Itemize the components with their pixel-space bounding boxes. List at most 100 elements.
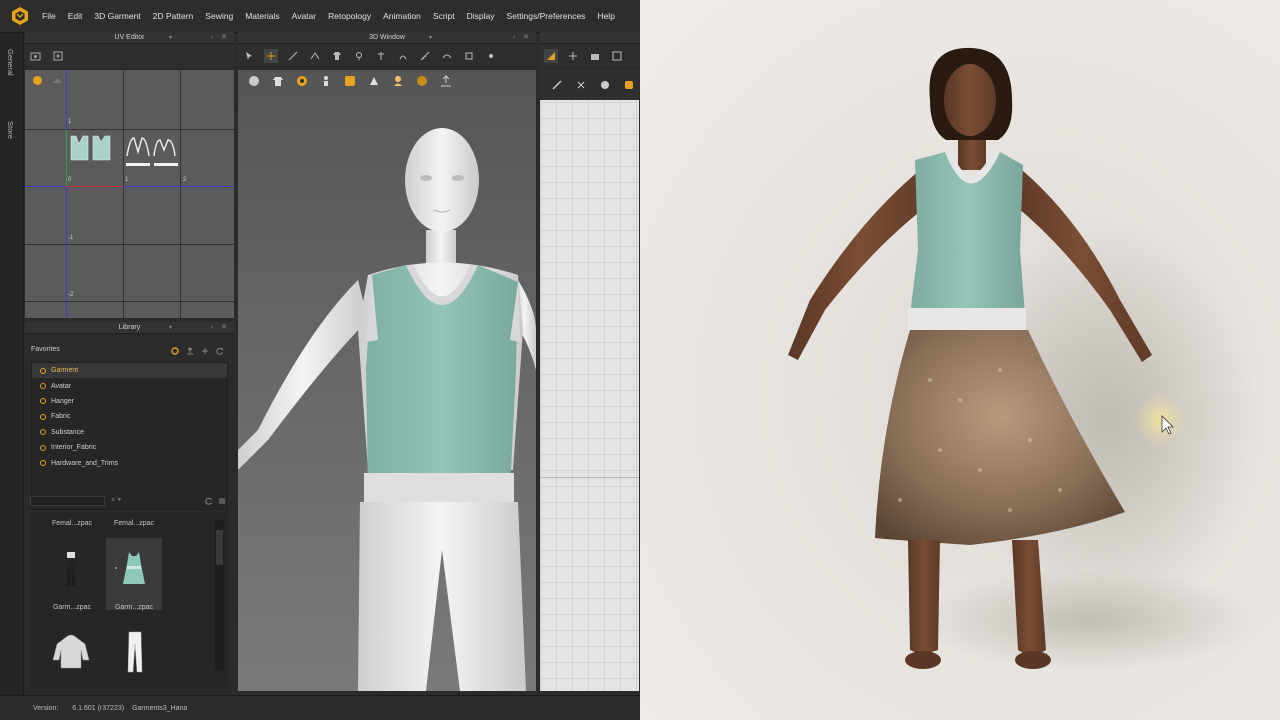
- menu-settings-preferences[interactable]: Settings/Preferences: [507, 11, 586, 21]
- skeleton-display-icon[interactable]: [319, 74, 333, 88]
- uv-axis-label: 1: [68, 119, 72, 125]
- pattern-texture-icon[interactable]: [598, 78, 611, 92]
- edit-curvature-icon[interactable]: [440, 49, 454, 63]
- favorite-item-hanger[interactable]: Hanger: [32, 394, 227, 409]
- uv-trim-pieces[interactable]: [124, 134, 180, 168]
- select-mesh-icon[interactable]: [286, 49, 300, 63]
- folder-icon: [40, 367, 46, 374]
- steam-icon[interactable]: [396, 49, 410, 63]
- uv-select-icon[interactable]: [29, 49, 43, 63]
- uv-layer-icon[interactable]: [52, 75, 63, 86]
- 3d-window-dropdown-icon[interactable]: ▾: [429, 34, 432, 41]
- pattern-tool-icon[interactable]: [550, 78, 563, 92]
- uv-editor-dropdown-icon[interactable]: ▾: [169, 34, 172, 41]
- uv-top-pieces[interactable]: [69, 134, 113, 162]
- wireframe-icon[interactable]: [367, 74, 381, 88]
- uv-editor-window-controls-icon[interactable]: ▫ ✕: [211, 33, 230, 41]
- menu-script[interactable]: Script: [433, 11, 455, 21]
- render-preview: [640, 0, 1280, 720]
- menu-avatar[interactable]: Avatar: [292, 11, 316, 21]
- folder-icon: [40, 429, 46, 436]
- folder-icon: [40, 413, 46, 420]
- add-icon[interactable]: [201, 347, 209, 355]
- fabric-display-icon[interactable]: [415, 74, 429, 88]
- tab-general[interactable]: General: [6, 49, 15, 76]
- pattern-folder-icon[interactable]: [588, 49, 602, 63]
- 3d-viewport[interactable]: [238, 70, 536, 691]
- favorite-item-garment[interactable]: Garment: [32, 363, 227, 379]
- favorite-item-fabric[interactable]: Fabric: [32, 409, 227, 424]
- thumbnail-garment-outfit[interactable]: [45, 538, 97, 610]
- library-refresh-icon[interactable]: [205, 497, 213, 505]
- thumbnail-pants[interactable]: [113, 628, 157, 676]
- library-search-input[interactable]: [30, 496, 105, 506]
- library-dropdown-icon[interactable]: ▾: [169, 324, 172, 331]
- more-tools-icon[interactable]: [484, 49, 498, 63]
- menu-2d-pattern[interactable]: 2D Pattern: [153, 11, 194, 21]
- select-move-icon[interactable]: [242, 49, 256, 63]
- texture-display-icon[interactable]: [295, 74, 309, 88]
- pin-icon[interactable]: [352, 49, 366, 63]
- shading-mode-icon[interactable]: [343, 74, 357, 88]
- uv-editor-toolbar: [25, 45, 234, 67]
- favorite-item-substance[interactable]: Substance: [32, 425, 227, 440]
- outfit-thumbnail-icon: [67, 552, 75, 586]
- folder-icon: [40, 444, 46, 451]
- scrollbar-thumb[interactable]: [216, 530, 223, 565]
- uv-transform-icon[interactable]: [51, 49, 65, 63]
- pattern-transform-icon[interactable]: [566, 49, 580, 63]
- favorite-star-icon[interactable]: [171, 347, 179, 355]
- tack-icon[interactable]: [374, 49, 388, 63]
- menu-edit[interactable]: Edit: [68, 11, 83, 21]
- pattern-layout-icon[interactable]: [610, 49, 624, 63]
- folder-icon: [40, 383, 46, 390]
- thumbnail-label: Femal...zpac: [113, 520, 155, 527]
- uv-editor-viewport[interactable]: 1 0 1 2 -1 -2: [25, 70, 234, 318]
- favorite-item-avatar[interactable]: Avatar: [32, 378, 227, 393]
- favorite-item-interior-fabric[interactable]: Interior_Fabric: [32, 440, 227, 455]
- 2d-display-toolbar: [540, 70, 639, 100]
- refresh-icon[interactable]: [216, 347, 224, 355]
- pattern-edit-icon[interactable]: [574, 78, 587, 92]
- uv-display-toggle-icon[interactable]: [32, 75, 43, 86]
- avatar-head-icon[interactable]: [391, 74, 405, 88]
- menu-animation[interactable]: Animation: [383, 11, 421, 21]
- thumbnail-label: Garm...zpac: [52, 604, 92, 611]
- menu-retopology[interactable]: Retopology: [328, 11, 371, 21]
- 3d-display-toolbar: [243, 74, 457, 88]
- transform-pattern-icon[interactable]: [264, 49, 278, 63]
- thumbnail-garment-dress[interactable]: [106, 538, 162, 610]
- favorite-item-hardware-and-trims[interactable]: Hardware_and_Trims: [32, 455, 227, 470]
- menu-file[interactable]: File: [42, 11, 56, 21]
- pattern-select-icon[interactable]: [544, 49, 558, 63]
- uv-editor-title: UV Editor: [114, 34, 145, 41]
- menu-3d-garment[interactable]: 3D Garment: [94, 11, 140, 21]
- library-title: Library: [118, 324, 141, 331]
- garment-display-icon[interactable]: [271, 74, 285, 88]
- uv-axis-label: 0: [68, 177, 72, 183]
- upload-icon[interactable]: [186, 347, 194, 355]
- export-icon[interactable]: [439, 74, 453, 88]
- menu-sewing[interactable]: Sewing: [205, 11, 233, 21]
- list-view-icon[interactable]: [218, 497, 226, 505]
- 2d-pattern-viewport[interactable]: [540, 70, 639, 691]
- search-icon[interactable]: ⌕ ▾: [111, 495, 121, 505]
- library-scrollbar[interactable]: [215, 520, 224, 670]
- favorite-item-label: Substance: [51, 428, 85, 436]
- avatar-display-icon[interactable]: [247, 74, 261, 88]
- status-bar: Version: 6.1.601 (r37223) Garments3_Hana: [0, 695, 640, 720]
- app-logo-icon[interactable]: [10, 6, 30, 26]
- thumbnail-hoodie[interactable]: [49, 630, 93, 674]
- tab-store[interactable]: Store: [6, 121, 15, 139]
- trim-icon[interactable]: [462, 49, 476, 63]
- garment-icon[interactable]: [330, 49, 344, 63]
- menu-materials[interactable]: Materials: [245, 11, 279, 21]
- menu-display[interactable]: Display: [467, 11, 495, 21]
- library-window-controls-icon[interactable]: ▫ ✕: [211, 323, 230, 331]
- 3d-window-controls-icon[interactable]: ▫ ✕: [513, 33, 532, 41]
- menu-help[interactable]: Help: [597, 11, 614, 21]
- pattern-color-icon[interactable]: [622, 78, 635, 92]
- measure-icon[interactable]: [418, 49, 432, 63]
- version-label: Version:: [33, 704, 59, 712]
- fold-arrangement-icon[interactable]: [308, 49, 322, 63]
